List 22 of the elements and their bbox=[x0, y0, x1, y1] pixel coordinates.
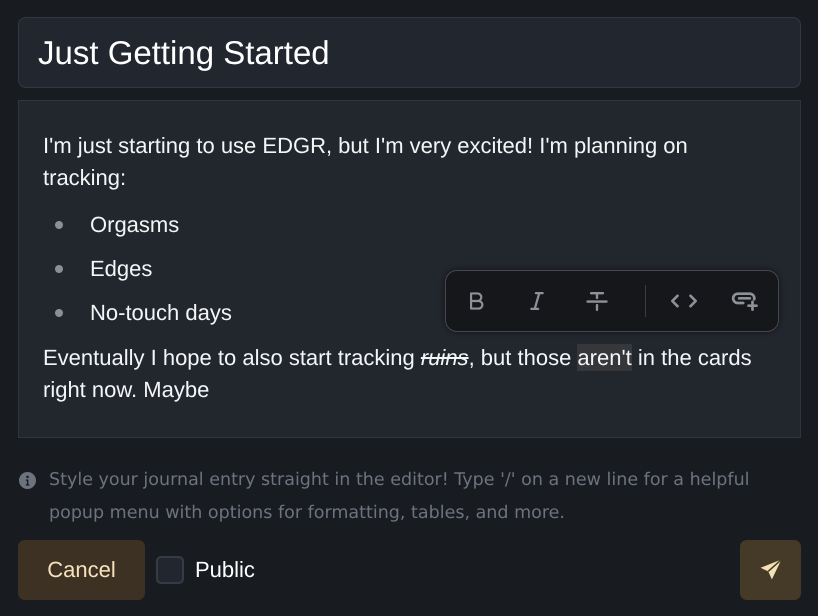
send-button[interactable] bbox=[740, 540, 801, 600]
strikethrough-icon bbox=[586, 292, 608, 310]
paragraph: Eventually I hope to also start tracking ruins, but those aren't in the cards right now. Maybe bbox=[43, 343, 753, 404]
checkbox-label: Public bbox=[195, 557, 255, 583]
italic-icon bbox=[530, 292, 544, 310]
hint-text: Style your journal entry straight in the editor! Type '/' on a new line for a helpful popup menu with options for formatting, tables, and more. bbox=[49, 469, 751, 525]
bullet-icon bbox=[55, 309, 63, 317]
list-item: No-touch days bbox=[90, 299, 232, 327]
list-item: Orgasms bbox=[90, 211, 180, 239]
bullet-icon bbox=[55, 221, 63, 229]
list-item: Edges bbox=[90, 255, 152, 283]
paragraph: I'm just starting to use EDGR, but I'm very excited! I'm planning on tracking: bbox=[43, 132, 689, 192]
code-icon bbox=[671, 294, 697, 308]
checkbox[interactable] bbox=[156, 556, 184, 584]
bold-icon bbox=[470, 292, 484, 310]
cancel-button[interactable]: Cancel bbox=[18, 540, 145, 600]
bullet-icon bbox=[55, 265, 63, 273]
title-field[interactable]: Just Getting Started bbox=[18, 17, 801, 88]
info-icon bbox=[19, 472, 36, 489]
paper-plane-icon bbox=[760, 559, 782, 581]
link-plus-icon bbox=[730, 291, 758, 311]
editor-field[interactable] bbox=[18, 100, 801, 438]
